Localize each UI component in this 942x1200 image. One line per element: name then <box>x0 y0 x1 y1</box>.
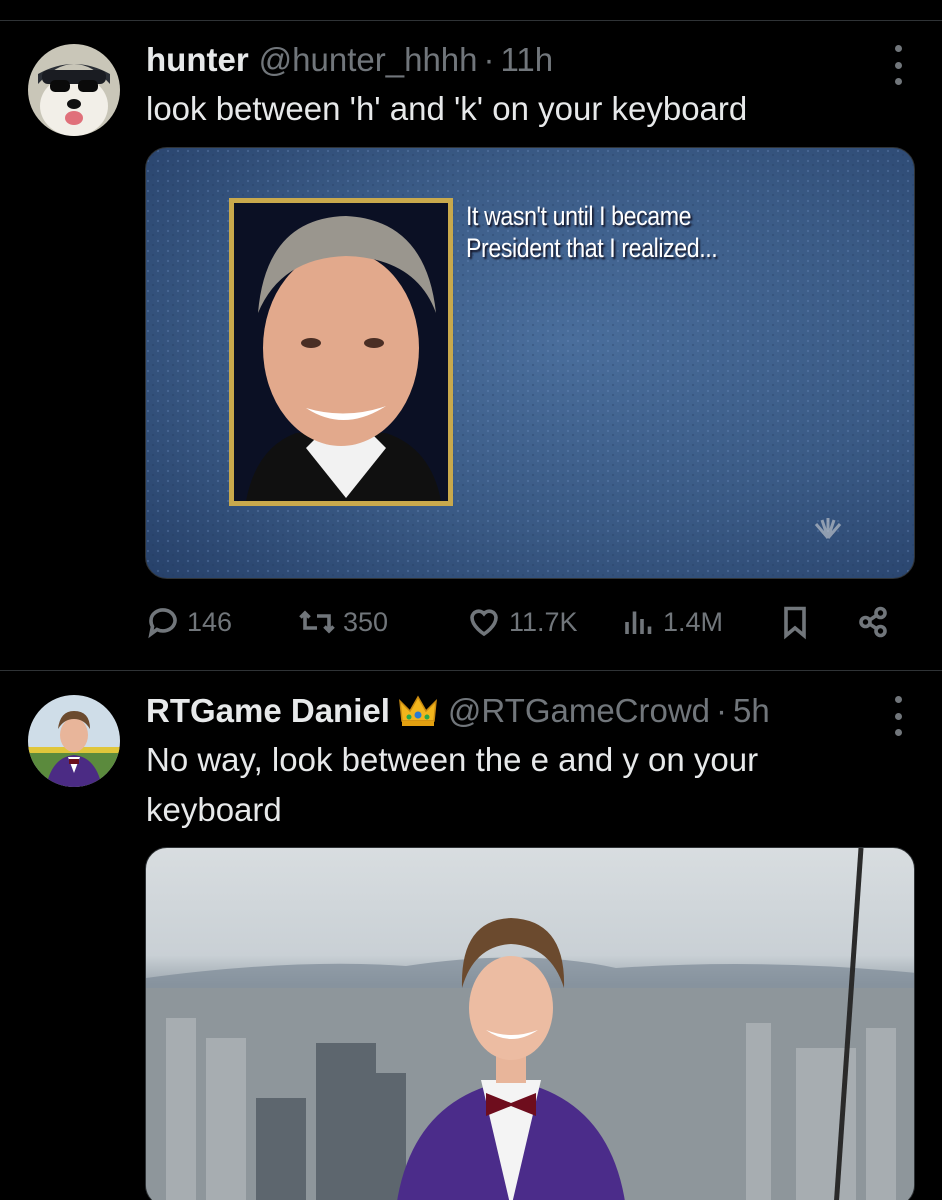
bookmark-button[interactable] <box>777 604 813 640</box>
post-time[interactable]: 5h <box>733 692 770 730</box>
share-button[interactable] <box>855 604 891 640</box>
bookmark-icon <box>784 606 806 640</box>
views-icon <box>625 611 652 634</box>
separator-dot: · <box>716 692 728 729</box>
like-count: 11.7K <box>509 606 578 637</box>
avatar[interactable] <box>28 695 120 787</box>
post-hunter[interactable]: hunter @hunter_hhhh · 11h look between '… <box>0 0 942 670</box>
post-image[interactable]: It wasn't until I became President that … <box>145 147 915 579</box>
post-rtgame[interactable]: RTGame Daniel @RTGameCrowd · 5h No way, … <box>0 671 942 1200</box>
action-bar: 146 350 11.7K 1.4M <box>145 604 895 648</box>
post-header: RTGame Daniel @RTGameCrowd · 5h <box>146 689 770 733</box>
views-button[interactable]: 1.4M <box>621 604 723 640</box>
crown-icon <box>398 695 437 726</box>
caption-line-1: It wasn't until I became <box>466 201 692 231</box>
author-handle[interactable]: @RTGameCrowd <box>448 692 710 730</box>
image-caption: It wasn't until I became President that … <box>466 200 718 264</box>
post-image[interactable] <box>145 847 915 1200</box>
repost-count: 350 <box>343 606 389 637</box>
post-header: hunter @hunter_hhhh · 11h <box>146 38 553 82</box>
post-text: No way, look between the e and y on your… <box>146 741 759 828</box>
repost-button[interactable]: 350 <box>297 604 388 640</box>
post-time[interactable]: 11h <box>501 41 554 79</box>
like-icon <box>470 609 498 637</box>
reply-count: 146 <box>187 606 233 637</box>
reply-button[interactable]: 146 <box>145 604 232 640</box>
share-icon <box>859 606 887 638</box>
more-options-icon[interactable] <box>892 696 904 736</box>
views-count: 1.4M <box>663 606 724 637</box>
post-text: look between 'h' and 'k' on your keyboar… <box>146 90 748 127</box>
separator-dot: · <box>483 41 495 78</box>
like-button[interactable]: 11.7K <box>465 604 578 640</box>
author-handle[interactable]: @hunter_hhhh <box>259 41 478 79</box>
avatar[interactable] <box>28 44 120 136</box>
repost-icon <box>299 610 335 634</box>
more-options-icon[interactable] <box>892 45 904 85</box>
reply-icon <box>148 608 177 639</box>
caption-line-2: President that I realized... <box>466 233 718 263</box>
author-name[interactable]: RTGame Daniel <box>146 692 390 730</box>
author-name[interactable]: hunter <box>146 41 249 79</box>
